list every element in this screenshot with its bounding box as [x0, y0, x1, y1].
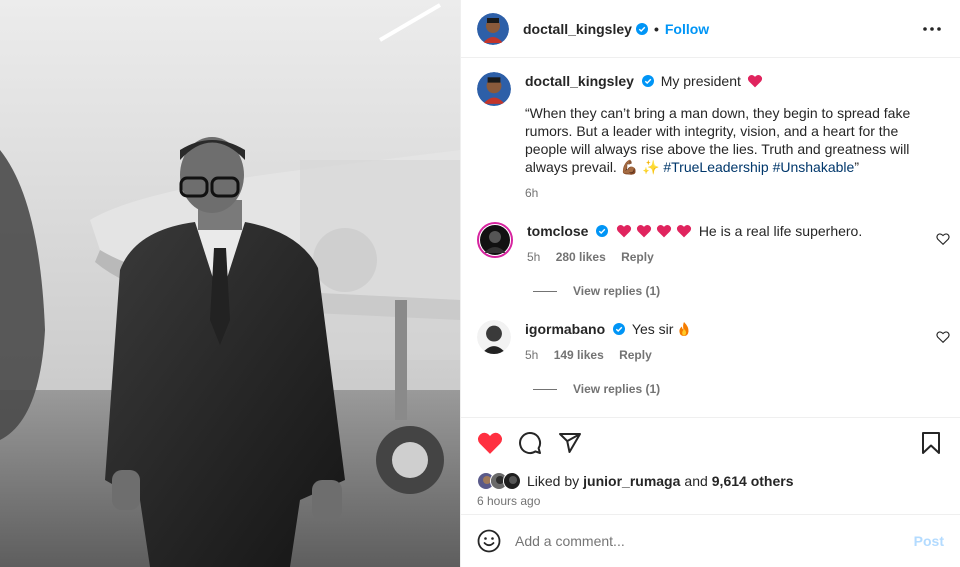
- bookmark-icon[interactable]: [918, 430, 944, 456]
- liked-by-and: and: [684, 473, 708, 489]
- comment-time: 5h: [525, 348, 539, 362]
- replies-divider: [533, 290, 557, 292]
- liker-avatars[interactable]: [477, 472, 521, 490]
- follow-button[interactable]: Follow: [665, 21, 709, 37]
- liked-by-prefix: Liked by: [527, 473, 580, 489]
- comments-area[interactable]: doctall_kingsley My president “When they…: [461, 58, 960, 417]
- comment-item: igormabano Yes sir 5h 149 likes Reply: [477, 320, 950, 362]
- comment-username[interactable]: tomclose: [527, 223, 588, 239]
- liked-by-others[interactable]: 9,614 others: [712, 473, 794, 489]
- add-comment-bar: Post: [461, 514, 960, 567]
- verified-icon: [635, 22, 648, 35]
- replies-divider: [533, 388, 557, 390]
- fire-emoji: [679, 322, 689, 336]
- post-header: doctall_kingsley • Follow: [461, 0, 960, 58]
- comment-item: tomclose He is a real life superhero. 5h…: [477, 222, 950, 264]
- caption-quote: “When they can’t bring a man down, they …: [525, 104, 944, 176]
- likes-summary: Liked by junior_rumaga and 9,614 others: [477, 472, 944, 490]
- separator-dot: •: [653, 20, 659, 37]
- comment-time: 5h: [527, 250, 541, 264]
- comment-icon[interactable]: [517, 430, 543, 456]
- view-replies-button[interactable]: View replies (1): [533, 382, 944, 396]
- comment-likes[interactable]: 280 likes: [556, 250, 606, 264]
- emoji-icon[interactable]: [477, 529, 501, 553]
- post-photo: [0, 0, 460, 567]
- comment-reply-button[interactable]: Reply: [619, 348, 652, 362]
- comment-input[interactable]: [515, 533, 914, 549]
- red-heart-emoji: [747, 74, 762, 88]
- verified-icon: [641, 75, 654, 87]
- posted-time[interactable]: 6 hours ago: [477, 494, 944, 508]
- view-replies-label: View replies (1): [573, 284, 661, 298]
- caption-hashtags[interactable]: #TrueLeadership #Unshakable: [663, 159, 854, 175]
- caption: doctall_kingsley My president “When they…: [477, 72, 944, 200]
- share-icon[interactable]: [557, 430, 583, 456]
- author-avatar[interactable]: [477, 12, 509, 45]
- author-username[interactable]: doctall_kingsley: [523, 21, 632, 37]
- comment-username[interactable]: igormabano: [525, 321, 605, 337]
- liker-avatar: [503, 472, 521, 490]
- caption-avatar[interactable]: [477, 72, 511, 106]
- small-heart-icon[interactable]: [936, 330, 950, 344]
- heart-icon[interactable]: [477, 430, 503, 456]
- post-panel: doctall_kingsley • Follow doctall_kingsl…: [460, 0, 960, 567]
- caption-time: 6h: [525, 186, 539, 200]
- liked-by-user[interactable]: junior_rumaga: [583, 473, 680, 489]
- more-icon[interactable]: [920, 17, 944, 41]
- post-comment-button[interactable]: Post: [914, 533, 944, 549]
- post-image[interactable]: [0, 0, 460, 567]
- view-replies-label: View replies (1): [573, 382, 661, 396]
- comment-avatar[interactable]: [477, 222, 513, 258]
- small-heart-icon[interactable]: [936, 232, 950, 246]
- caption-closing-quote: ”: [854, 159, 859, 175]
- hearts-emoji: [616, 223, 696, 239]
- caption-username[interactable]: doctall_kingsley: [525, 73, 634, 89]
- comment-likes[interactable]: 149 likes: [554, 348, 604, 362]
- post-actions: Liked by junior_rumaga and 9,614 others …: [461, 417, 960, 514]
- verified-icon: [613, 323, 626, 335]
- verified-icon: [596, 225, 609, 237]
- caption-lead: My president: [660, 73, 741, 89]
- comment-text: Yes sir: [631, 321, 674, 337]
- comment-reply-button[interactable]: Reply: [621, 250, 654, 264]
- view-replies-button[interactable]: View replies (1): [533, 284, 944, 298]
- comment-text: He is a real life superhero.: [698, 223, 863, 239]
- comment-avatar[interactable]: [477, 320, 511, 354]
